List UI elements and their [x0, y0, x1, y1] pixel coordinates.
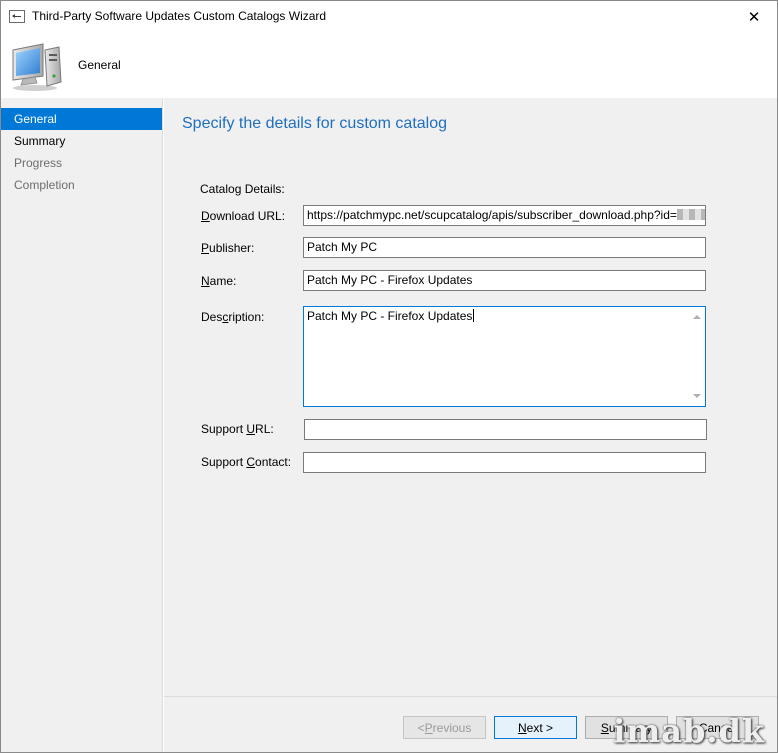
- redacted-id: [676, 209, 705, 220]
- support-contact-input[interactable]: [303, 452, 706, 473]
- support-contact-label: Support Contact:: [201, 455, 292, 469]
- scroll-down-arrow-icon[interactable]: [693, 394, 701, 398]
- name-input[interactable]: Patch My PC - Firefox Updates: [303, 270, 706, 291]
- description-label: Description:: [201, 310, 265, 324]
- download-url-label: Download URL:: [201, 209, 286, 223]
- download-url-input[interactable]: https://patchmypc.net/scupcatalog/apis/s…: [303, 205, 706, 226]
- wizard-header: General: [1, 32, 777, 98]
- next-button[interactable]: Next >: [494, 716, 577, 739]
- title-bar[interactable]: Third-Party Software Updates Custom Cata…: [1, 1, 777, 32]
- name-label: Name:: [201, 274, 237, 288]
- previous-button: < Previous: [403, 716, 486, 739]
- scroll-up-arrow-icon[interactable]: [693, 315, 701, 319]
- publisher-input[interactable]: Patch My PC: [303, 237, 706, 258]
- app-icon: [9, 10, 25, 23]
- nav-item-progress: Progress: [14, 156, 63, 170]
- description-textarea[interactable]: Patch My PC - Firefox Updates: [303, 306, 706, 407]
- wizard-nav: General Summary Progress Completion: [1, 98, 163, 752]
- page-title: Specify the details for custom catalog: [182, 115, 448, 132]
- publisher-label: Publisher:: [201, 241, 255, 255]
- text-caret: [473, 309, 475, 322]
- nav-item-general[interactable]: General: [1, 108, 162, 130]
- close-button[interactable]: ✕: [731, 1, 777, 32]
- main-panel: Specify the details for custom catalog C…: [164, 98, 777, 696]
- support-url-input[interactable]: [304, 419, 707, 440]
- support-url-label: Support URL:: [201, 422, 274, 436]
- nav-item-completion: Completion: [14, 178, 75, 192]
- header-title: General: [78, 58, 121, 72]
- section-label: Catalog Details:: [200, 182, 285, 196]
- computer-icon: [12, 43, 62, 91]
- wizard-window: Third-Party Software Updates Custom Cata…: [0, 0, 778, 753]
- window-title: Third-Party Software Updates Custom Cata…: [32, 9, 327, 23]
- nav-item-summary[interactable]: Summary: [1, 130, 162, 152]
- watermark: imab.dk: [613, 712, 765, 750]
